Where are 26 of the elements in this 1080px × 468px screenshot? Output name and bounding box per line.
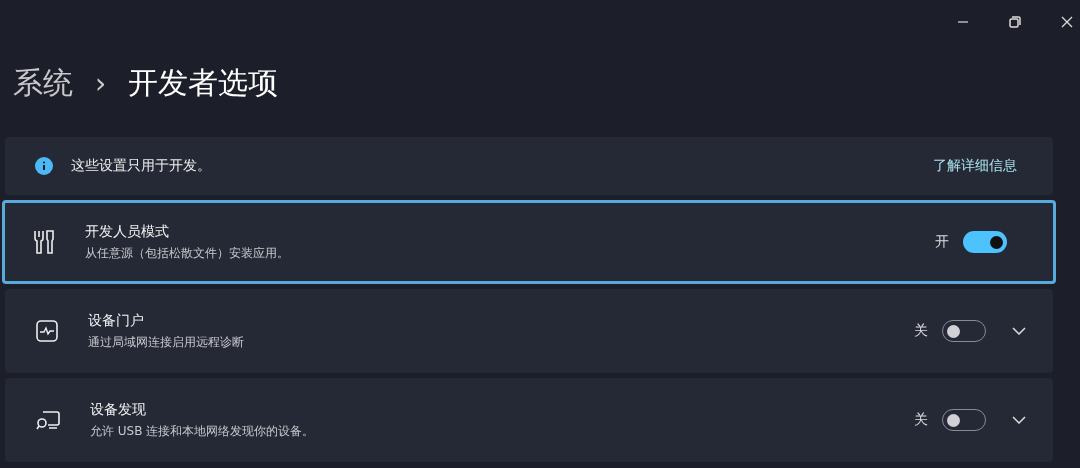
toggle-state-label: 关: [914, 322, 928, 340]
tools-icon: [33, 229, 55, 255]
setting-title: 设备发现: [90, 400, 147, 419]
restore-icon[interactable]: [1009, 16, 1021, 28]
setting-description: 允许 USB 连接和本地网络发现你的设备。: [90, 422, 316, 440]
chevron-down-icon[interactable]: [1012, 416, 1026, 424]
toggle-state-label: 关: [914, 411, 928, 429]
toggle-switch[interactable]: [963, 231, 1007, 253]
breadcrumb-separator: ›: [95, 66, 107, 100]
setting-title: 开发人员模式: [85, 222, 170, 241]
device-search-icon: [36, 409, 60, 431]
activity-icon: [36, 320, 58, 342]
info-text: 这些设置只用于开发。: [71, 157, 212, 175]
learn-more-link[interactable]: 了解详细信息: [933, 157, 1017, 175]
close-icon[interactable]: [1061, 16, 1073, 28]
chevron-down-icon[interactable]: [1012, 327, 1026, 335]
setting-description: 通过局域网连接启用远程诊断: [88, 333, 245, 351]
setting-title: 设备门户: [88, 311, 145, 330]
setting-row[interactable]: 开发人员模式 从任意源（包括松散文件）安装应用。 开: [2, 200, 1056, 284]
setting-row[interactable]: 设备发现 允许 USB 连接和本地网络发现你的设备。 关: [5, 378, 1053, 462]
breadcrumb-parent[interactable]: 系统: [13, 62, 73, 104]
page-title: 开发者选项: [128, 63, 279, 102]
toggle-state-label: 开: [935, 233, 949, 251]
setting-description: 从任意源（包括松散文件）安装应用。: [85, 244, 290, 262]
info-icon: [35, 157, 53, 175]
setting-row[interactable]: 设备门户 通过局域网连接启用远程诊断 关: [5, 289, 1053, 373]
